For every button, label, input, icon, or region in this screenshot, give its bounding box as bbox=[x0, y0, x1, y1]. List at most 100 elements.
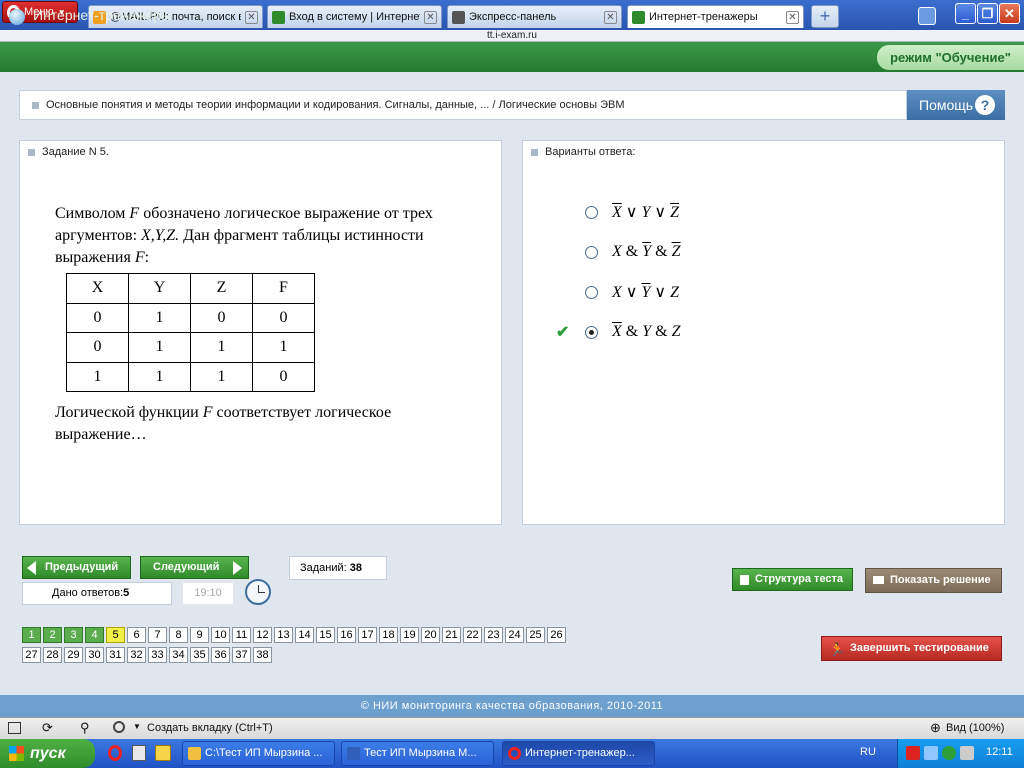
task-number-button[interactable]: 9 bbox=[190, 627, 209, 643]
tasks-label: Заданий: bbox=[300, 562, 347, 574]
task-number-button[interactable]: 8 bbox=[169, 627, 188, 643]
answer-radio[interactable] bbox=[585, 285, 598, 299]
antivirus-icon[interactable] bbox=[906, 746, 920, 760]
task-number-button[interactable]: 16 bbox=[337, 627, 356, 643]
restore-button[interactable]: ❐ bbox=[977, 3, 998, 24]
task-number-button[interactable]: 17 bbox=[358, 627, 377, 643]
clock-icon bbox=[245, 579, 271, 605]
taskbar-item-folder[interactable]: C:\Тест ИП Мырзина ... bbox=[182, 741, 335, 766]
task-number-button[interactable]: 23 bbox=[484, 627, 503, 643]
task-number-button[interactable]: 11 bbox=[232, 627, 251, 643]
task-number-button[interactable]: 29 bbox=[64, 647, 83, 663]
save-quicklaunch-icon[interactable] bbox=[132, 745, 146, 761]
tab-internet-trainers[interactable]: Интернет-тренажеры ✕ bbox=[627, 5, 804, 28]
table-cell: 0 bbox=[66, 302, 129, 333]
task-number-button[interactable]: 21 bbox=[442, 627, 461, 643]
table-header-cell: Y bbox=[128, 273, 191, 304]
tab-title: Интернет-тренажеры bbox=[649, 11, 758, 23]
timer-value: 19:10 bbox=[182, 582, 234, 605]
task-number-button[interactable]: 1 bbox=[22, 627, 41, 643]
task-number-button[interactable]: 19 bbox=[400, 627, 419, 643]
close-icon[interactable]: ✕ bbox=[424, 10, 437, 24]
zoom-level[interactable]: Вид (100%) bbox=[946, 722, 1004, 734]
task-number-button[interactable]: 15 bbox=[316, 627, 335, 643]
task-number-button[interactable]: 6 bbox=[127, 627, 146, 643]
task-number-button[interactable]: 27 bbox=[22, 647, 41, 663]
panel-toggle-icon[interactable] bbox=[8, 722, 21, 734]
finish-test-button[interactable]: Завершить тестирование bbox=[821, 636, 1002, 661]
answer-radio[interactable] bbox=[585, 205, 598, 219]
task-number-button[interactable]: 7 bbox=[148, 627, 167, 643]
answer-option[interactable]: X & Y & Z bbox=[585, 322, 681, 342]
task-number-button[interactable]: 18 bbox=[379, 627, 398, 643]
task-number-button[interactable]: 3 bbox=[64, 627, 83, 643]
task-number-button[interactable]: 37 bbox=[232, 647, 251, 663]
taskbar-item-word[interactable]: Тест ИП Мырзина М... bbox=[341, 741, 494, 766]
turbo-icon[interactable] bbox=[113, 721, 125, 733]
task-number-button[interactable]: 22 bbox=[463, 627, 482, 643]
task-number-button[interactable]: 13 bbox=[274, 627, 293, 643]
task-number-button[interactable]: 38 bbox=[253, 647, 272, 663]
next-button[interactable]: Следующий bbox=[140, 556, 249, 579]
show-solution-button[interactable]: Показать решение bbox=[865, 568, 1002, 593]
close-window-button[interactable]: ✕ bbox=[999, 3, 1020, 24]
volume-icon[interactable] bbox=[960, 746, 974, 760]
task-number-button[interactable]: 4 bbox=[85, 627, 104, 643]
task-number-button[interactable]: 10 bbox=[211, 627, 230, 643]
close-icon[interactable]: ✕ bbox=[604, 10, 617, 24]
task-number-button[interactable]: 35 bbox=[190, 647, 209, 663]
taskbar-item-opera[interactable]: Интернет-тренажер... bbox=[502, 741, 655, 766]
update-icon[interactable] bbox=[942, 746, 956, 760]
answer-option[interactable]: X ∨ Y ∨ Z bbox=[585, 282, 679, 302]
tab-login[interactable]: Вход в систему | Интернет-тренажеры ✕ bbox=[267, 5, 442, 28]
task-number-button[interactable]: 14 bbox=[295, 627, 314, 643]
folder-icon bbox=[188, 747, 201, 760]
answer-option[interactable]: X ∨ Y ∨ Z bbox=[585, 202, 679, 222]
task-number-button[interactable]: 28 bbox=[43, 647, 62, 663]
task-number-button[interactable]: 33 bbox=[148, 647, 167, 663]
help-button[interactable]: Помощь ? bbox=[907, 90, 1005, 120]
test-structure-button[interactable]: Структура теста bbox=[732, 568, 853, 591]
table-row: 0 1 1 1 bbox=[66, 332, 315, 363]
language-indicator[interactable]: RU bbox=[860, 746, 876, 758]
chevron-down-icon[interactable]: ▼ bbox=[133, 722, 141, 731]
task-number-button[interactable]: 25 bbox=[526, 627, 545, 643]
question-title: Задание N 5. bbox=[28, 146, 109, 158]
table-cell: 1 bbox=[128, 332, 191, 363]
task-number-button[interactable]: 31 bbox=[106, 647, 125, 663]
tab-express-panel[interactable]: Экспресс-панель ✕ bbox=[447, 5, 622, 28]
task-number-button[interactable]: 20 bbox=[421, 627, 440, 643]
task-number-button[interactable]: 24 bbox=[505, 627, 524, 643]
site-logo-icon bbox=[9, 9, 25, 25]
close-icon[interactable]: ✕ bbox=[786, 10, 799, 24]
start-button[interactable]: пуск bbox=[0, 739, 95, 768]
previous-button[interactable]: Предыдущий bbox=[22, 556, 131, 579]
task-number-button[interactable]: 12 bbox=[253, 627, 272, 643]
clock-quicklaunch-icon[interactable] bbox=[155, 745, 171, 761]
share-icon[interactable]: ⚲ bbox=[80, 720, 90, 736]
task-number-button[interactable]: 5 bbox=[106, 627, 125, 643]
answer-radio[interactable] bbox=[585, 245, 598, 259]
answered-counter: Дано ответов:5 bbox=[22, 582, 172, 605]
close-icon[interactable]: ✕ bbox=[245, 10, 258, 24]
answers-title: Варианты ответа: bbox=[531, 146, 635, 158]
task-number-button[interactable]: 36 bbox=[211, 647, 230, 663]
bookmark-icon[interactable] bbox=[918, 7, 936, 25]
task-number-button[interactable]: 26 bbox=[547, 627, 566, 643]
table-header-row: X Y Z F bbox=[66, 273, 315, 304]
address-bar[interactable]: tt.i-exam.ru bbox=[0, 30, 1024, 42]
task-number-button[interactable]: 34 bbox=[169, 647, 188, 663]
opera-quicklaunch-icon[interactable] bbox=[108, 745, 122, 761]
bullet-icon bbox=[531, 148, 538, 156]
task-number-button[interactable]: 2 bbox=[43, 627, 62, 643]
sync-icon[interactable]: ⟳ bbox=[42, 720, 53, 736]
help-label: Помощь bbox=[919, 97, 974, 113]
new-tab-hint[interactable]: Создать вкладку (Ctrl+T) bbox=[147, 722, 273, 734]
answer-radio[interactable] bbox=[585, 325, 598, 339]
network-icon[interactable] bbox=[924, 746, 938, 760]
answer-option[interactable]: X & Y & Z bbox=[585, 242, 681, 262]
new-tab-button[interactable]: + bbox=[811, 5, 839, 28]
task-number-button[interactable]: 30 bbox=[85, 647, 104, 663]
minimize-button[interactable]: _ bbox=[955, 3, 976, 24]
task-number-button[interactable]: 32 bbox=[127, 647, 146, 663]
